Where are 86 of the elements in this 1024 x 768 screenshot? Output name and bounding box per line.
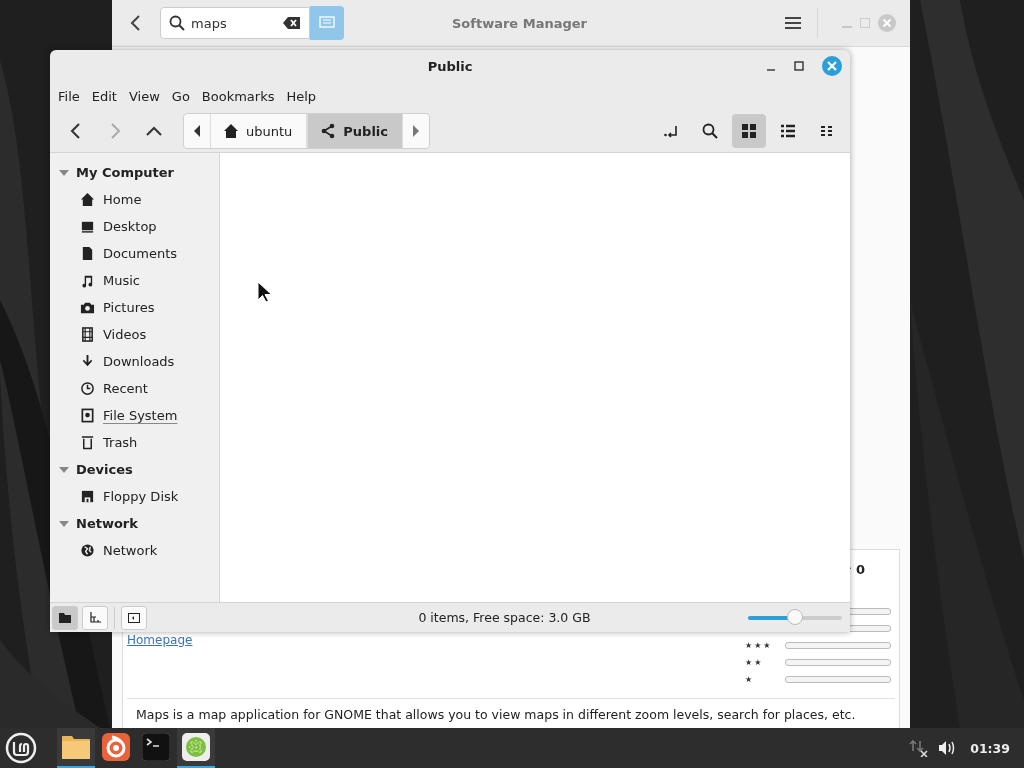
list-icon	[781, 124, 795, 138]
sidebar-item[interactable]: Documents	[50, 240, 219, 267]
folder-icon	[61, 734, 91, 760]
browser-icon	[102, 733, 130, 761]
search-icon	[169, 15, 185, 31]
floppy-icon	[80, 489, 95, 504]
sidebar-item[interactable]: File System	[50, 402, 219, 429]
sidebar-item[interactable]: Home	[50, 186, 219, 213]
sidebar-item[interactable]: Floppy Disk	[50, 483, 219, 510]
message-icon	[319, 16, 335, 30]
icon-view-button[interactable]	[732, 114, 766, 148]
zoom-slider[interactable]	[748, 609, 842, 626]
path-button[interactable]: Public	[307, 114, 404, 148]
chevron-right-icon	[109, 123, 121, 139]
expander-icon[interactable]	[59, 519, 69, 528]
pointer-icon	[257, 281, 273, 303]
menu-icon[interactable]	[785, 16, 801, 30]
music-note-icon	[80, 273, 95, 288]
sidebar-icon	[128, 612, 140, 623]
search-field[interactable]: maps	[160, 7, 310, 39]
taskbar-app[interactable]	[177, 728, 215, 768]
description: Maps is a map application for GNOME that allows you to view maps in different zoom levels, search for places, etc.	[135, 706, 857, 724]
tree-icon	[89, 611, 101, 624]
search-icon	[702, 123, 718, 139]
sidebar-item[interactable]: Network	[50, 537, 219, 564]
triangle-left-icon	[193, 125, 201, 137]
globe-icon	[80, 543, 95, 558]
expander-icon[interactable]	[59, 168, 69, 177]
menu-item[interactable]: Edit	[91, 88, 125, 104]
star-label: ★★★	[745, 641, 773, 650]
sidebar-section[interactable]: Devices	[50, 456, 219, 483]
house-icon	[223, 123, 239, 139]
close-icon[interactable]	[822, 56, 842, 76]
volume-icon[interactable]	[938, 740, 957, 756]
homepage-link[interactable]: Homepage	[127, 633, 193, 647]
down-arrow-icon	[80, 354, 95, 369]
sidebar-toggle-button[interactable]	[121, 605, 147, 630]
expander-icon[interactable]	[59, 465, 69, 474]
clear-icon[interactable]	[283, 16, 301, 30]
search-text: maps	[191, 15, 228, 31]
window-title: Public	[427, 58, 473, 74]
places-button[interactable]	[52, 605, 78, 630]
chevron-left-icon	[129, 15, 143, 31]
star-label: ★	[745, 675, 755, 684]
chevron-left-icon	[70, 123, 82, 139]
camera-icon	[80, 300, 95, 315]
drive-icon	[80, 408, 95, 423]
triangle-right-icon	[412, 125, 421, 137]
trash-icon	[80, 435, 95, 450]
house-icon	[80, 192, 95, 207]
maximize-icon[interactable]	[794, 61, 804, 71]
tree-button[interactable]	[82, 605, 108, 630]
film-icon	[80, 327, 95, 342]
sidebar-item[interactable]: Desktop	[50, 213, 219, 240]
menu-item[interactable]: Go	[171, 88, 198, 104]
share-icon	[320, 123, 337, 139]
sidebar-section[interactable]: Network	[50, 510, 219, 537]
compact-list-icon	[821, 125, 833, 137]
return-arrow-icon	[663, 123, 679, 139]
window-title: Software Manager	[451, 15, 588, 31]
sidebar-section[interactable]: My Computer	[50, 159, 219, 186]
grid-app-icon	[182, 733, 210, 761]
sidebar-item[interactable]: Downloads	[50, 348, 219, 375]
folder-icon	[59, 612, 71, 623]
menu-item[interactable]: View	[128, 88, 168, 104]
star-label: ★★	[745, 658, 764, 667]
mint-logo-icon[interactable]	[5, 732, 37, 764]
document-icon	[80, 246, 95, 261]
sidebar-item[interactable]: Pictures	[50, 294, 219, 321]
terminal-icon	[142, 733, 170, 761]
rating-count: 0	[855, 562, 865, 577]
taskbar-app[interactable]	[57, 728, 95, 768]
menu-item[interactable]: File	[58, 88, 88, 104]
status-text: 0 items, Free space: 3.0 GB	[417, 610, 592, 625]
sidebar-item[interactable]: Videos	[50, 321, 219, 348]
network-icon[interactable]	[908, 739, 929, 757]
sidebar-item[interactable]: Trash	[50, 429, 219, 456]
chevron-up-icon	[146, 125, 162, 137]
clock[interactable]: 01:39	[970, 740, 1010, 756]
sidebar-item[interactable]: Music	[50, 267, 219, 294]
sidebar-item[interactable]: Recent	[50, 375, 219, 402]
monitor-icon	[80, 219, 95, 234]
menu-item[interactable]: Bookmarks	[201, 88, 283, 104]
grid-icon	[742, 124, 756, 138]
menu-item[interactable]: Help	[286, 88, 325, 104]
clock-icon	[80, 381, 95, 396]
